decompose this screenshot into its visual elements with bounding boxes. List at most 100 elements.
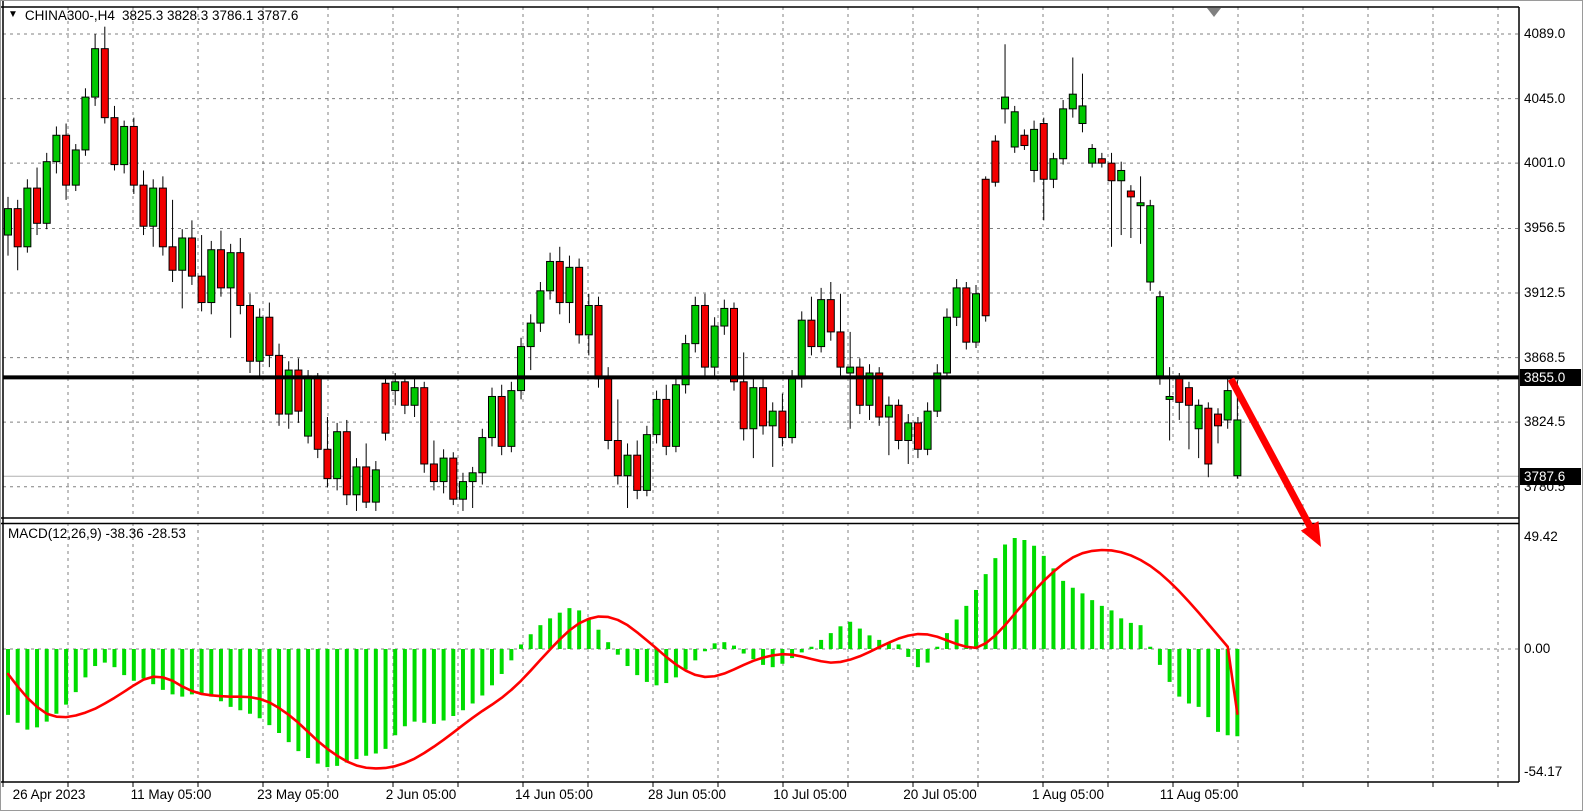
candle-body xyxy=(653,399,660,434)
macd-tick-label: 49.42 xyxy=(1524,529,1558,545)
chart-window: ▼ CHINA300-,H4 3825.3 3828.3 3786.1 3787… xyxy=(0,0,1583,811)
candle-body xyxy=(401,382,408,405)
candle-body xyxy=(818,300,825,347)
macd-tick-label: 0.00 xyxy=(1524,641,1550,657)
candle-body xyxy=(63,135,70,185)
candle-body xyxy=(576,267,583,335)
candle-body xyxy=(1166,396,1173,399)
candle-body xyxy=(314,376,321,449)
candle-body xyxy=(672,385,679,447)
candle-body xyxy=(634,455,641,490)
price-tick-label: 3868.5 xyxy=(1524,350,1565,366)
candle-body xyxy=(847,367,854,373)
candle-body xyxy=(1176,377,1183,402)
candle-body xyxy=(789,379,796,438)
candle-body xyxy=(1011,112,1018,147)
candle-body xyxy=(1147,206,1154,282)
candle-body xyxy=(237,253,244,306)
time-tick-label: 11 May 05:00 xyxy=(131,787,212,802)
candle-body xyxy=(837,332,844,367)
candle-body xyxy=(1021,135,1028,145)
candle-body xyxy=(276,355,283,414)
candle-body xyxy=(217,250,224,288)
candle-body xyxy=(721,308,728,326)
price-tick-label: 4089.0 xyxy=(1524,26,1565,42)
candle-body xyxy=(885,405,892,417)
candle-body xyxy=(769,411,776,426)
macd-indicator-label: MACD(12,26,9) -38.36 -28.53 xyxy=(8,526,186,541)
time-tick-label: 20 Jul 05:00 xyxy=(903,787,977,802)
candle-body xyxy=(663,399,670,446)
candle-body xyxy=(1031,129,1038,170)
candle-body xyxy=(750,388,757,429)
candle-body xyxy=(72,150,79,185)
candle-body xyxy=(1040,124,1047,180)
candle-body xyxy=(566,267,573,302)
candle-body xyxy=(179,238,186,270)
time-tick-label: 23 May 05:00 xyxy=(257,787,339,802)
candle-body xyxy=(731,308,738,381)
candle-body xyxy=(353,467,360,495)
candle-body xyxy=(256,317,263,361)
candle-body xyxy=(527,323,534,346)
candle-body xyxy=(111,118,118,165)
current-price-label: 3787.6 xyxy=(1520,468,1581,485)
candle-body xyxy=(1089,148,1096,163)
time-tick-label: 14 Jun 05:00 xyxy=(515,787,593,802)
candle-body xyxy=(624,455,631,476)
candle-body xyxy=(169,247,176,270)
candle-body xyxy=(140,185,147,226)
symbol-period-label: CHINA300-,H4 xyxy=(25,8,115,23)
candle-body xyxy=(1224,391,1231,420)
candle-body xyxy=(324,449,331,478)
candle-body xyxy=(92,49,99,97)
hline-price-label: 3855.0 xyxy=(1520,369,1581,386)
candle-body xyxy=(227,253,234,288)
candle-body xyxy=(905,423,912,441)
candle-body xyxy=(208,250,215,303)
price-tick-label: 4045.0 xyxy=(1524,91,1565,107)
candle-body xyxy=(963,288,970,342)
candle-body xyxy=(1215,414,1222,426)
chart-canvas[interactable] xyxy=(1,1,1583,811)
time-tick-label: 11 Aug 05:00 xyxy=(1160,787,1239,802)
candle-body xyxy=(53,135,60,161)
candle-body xyxy=(1185,388,1192,406)
candle-body xyxy=(150,188,157,226)
candle-body xyxy=(605,379,612,441)
candle-body xyxy=(1156,297,1163,376)
candle-body xyxy=(982,179,989,315)
candle-body xyxy=(1205,408,1212,464)
trend-arrow-shaft[interactable] xyxy=(1231,379,1312,529)
candle-body xyxy=(159,188,166,247)
candle-body xyxy=(372,470,379,502)
candle-body xyxy=(479,438,486,473)
candle-body xyxy=(711,326,718,367)
candle-body xyxy=(121,126,128,164)
candle-body xyxy=(188,238,195,276)
candle-body xyxy=(498,396,505,446)
candle-body xyxy=(1195,405,1202,428)
price-tick-label: 3824.5 xyxy=(1524,414,1565,430)
candle-body xyxy=(1118,170,1125,180)
candle-body xyxy=(5,209,12,235)
candle-body xyxy=(392,382,399,391)
price-tick-label: 4001.0 xyxy=(1524,155,1565,171)
candle-body xyxy=(518,347,525,391)
candle-body xyxy=(489,396,496,437)
time-marker-icon xyxy=(1207,8,1221,17)
candle-body xyxy=(101,49,108,118)
candle-body xyxy=(130,126,137,185)
symbol-marker-icon: ▼ xyxy=(8,9,18,20)
candle-body xyxy=(82,97,89,150)
candle-body xyxy=(334,432,341,479)
candle-body xyxy=(701,305,708,367)
candle-body xyxy=(643,435,650,491)
price-tick-label: 3956.5 xyxy=(1524,220,1565,236)
candle-body xyxy=(856,367,863,405)
candle-body xyxy=(305,376,312,436)
candle-body xyxy=(343,432,350,495)
candle-body xyxy=(14,209,21,247)
candle-body xyxy=(508,391,515,447)
candle-body xyxy=(43,162,50,224)
